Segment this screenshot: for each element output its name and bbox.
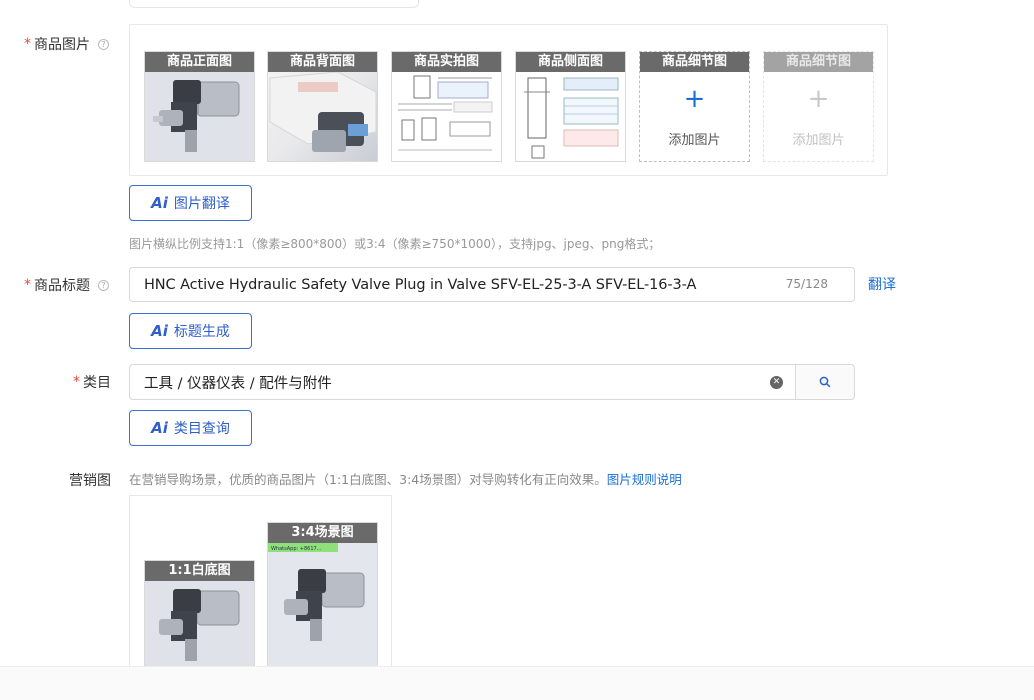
product-photo xyxy=(145,581,254,679)
category-field-label: * 类目 xyxy=(73,374,111,391)
clear-icon[interactable]: ✕ xyxy=(770,376,783,389)
previous-field-box xyxy=(129,0,419,8)
image-slot-real[interactable]: 商品实拍图 xyxy=(391,51,502,162)
image-translate-button[interactable]: Ai 图片翻译 xyxy=(129,185,252,221)
ai-icon: Ai xyxy=(151,322,168,340)
category-query-button[interactable]: Ai 类目查询 xyxy=(129,410,252,446)
char-count: 75/128 xyxy=(785,277,828,291)
image-slot-front[interactable]: 商品正面图 xyxy=(144,51,255,162)
image-slot-side[interactable]: 商品侧面图 xyxy=(515,51,626,162)
image-rules-link[interactable]: 图片规则说明 xyxy=(607,472,682,487)
title-generate-button[interactable]: Ai 标题生成 xyxy=(129,313,252,349)
product-box-photo xyxy=(268,71,377,161)
question-circle-icon[interactable]: ? xyxy=(98,38,109,50)
product-photo xyxy=(145,72,254,161)
category-input[interactable]: 工具 / 仪器仪表 / 配件与附件 ✕ xyxy=(129,364,796,400)
translate-link[interactable]: 翻译 xyxy=(868,274,896,294)
watermark-text: WhatsApp: +8617... xyxy=(271,546,322,552)
title-field-label: * 商品标题 ? xyxy=(24,275,109,295)
plus-icon: + xyxy=(807,84,830,114)
scene-photo: WhatsApp: +8617... xyxy=(268,543,377,671)
plus-icon: + xyxy=(683,84,706,114)
category-search-button[interactable] xyxy=(795,364,855,400)
images-field-label: * 商品图片 ? xyxy=(24,34,109,54)
ai-icon: Ai xyxy=(151,194,168,212)
product-title-input[interactable]: HNC Active Hydraulic Safety Valve Plug i… xyxy=(129,267,855,302)
marketing-field-label: 营销图 xyxy=(69,473,111,489)
image-format-hint: 图片横纵比例支持1:1（像素≥800*800）或3:4（像素≥750*1000）… xyxy=(129,237,661,251)
marketing-description: 在营销导购场景，优质的商品图片（1:1白底图、3:4场景图）对导购转化有正向效果… xyxy=(129,472,682,487)
image-slot-detail-disabled: 商品细节图 + 添加图片 xyxy=(763,51,874,162)
spec-sheet-photo xyxy=(392,72,501,161)
ai-icon: Ai xyxy=(151,419,168,437)
search-icon xyxy=(819,376,831,388)
question-circle-icon[interactable]: ? xyxy=(98,279,109,291)
page-footer-area xyxy=(0,667,1034,700)
image-slot-back[interactable]: 商品背面图 xyxy=(267,51,378,162)
spec-table-photo xyxy=(516,72,625,161)
marketing-slot-white[interactable]: 1:1白底图 xyxy=(144,560,255,680)
marketing-slot-scene[interactable]: 3:4场景图 WhatsApp: +8617... xyxy=(267,522,378,672)
image-slot-detail-add[interactable]: 商品细节图 + 添加图片 xyxy=(639,51,750,162)
